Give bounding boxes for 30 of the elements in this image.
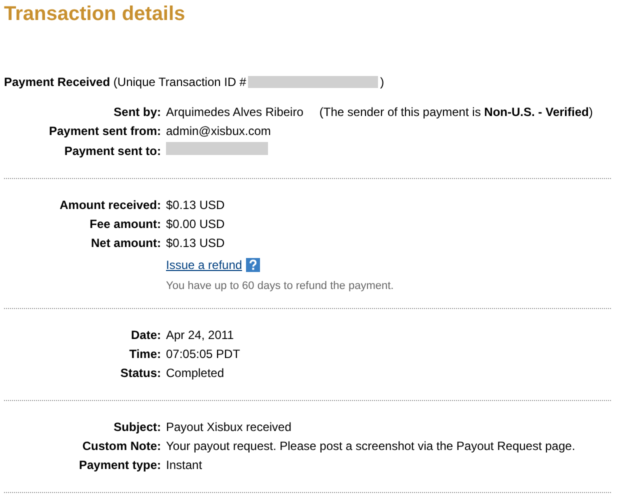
field-value: Payout Xisbux received bbox=[166, 419, 292, 436]
sender-status-note: (The sender of this payment is Non-U.S. - Verified) bbox=[319, 104, 593, 121]
closing-parenthesis: ) bbox=[380, 74, 384, 90]
field-label: Payment type: bbox=[78, 457, 161, 474]
field-label: Payment sent from: bbox=[48, 123, 161, 140]
payment-status-label: Payment Received bbox=[4, 74, 110, 90]
field-label: Time: bbox=[128, 346, 161, 363]
field-label: Sent by: bbox=[112, 104, 161, 121]
field-label: Status: bbox=[119, 365, 161, 382]
field-value: Apr 24, 2011 bbox=[166, 327, 234, 344]
field-value: Completed bbox=[166, 365, 224, 382]
field-value: Instant bbox=[166, 457, 202, 474]
page-title: Transaction details bbox=[3, 2, 186, 26]
field-value: 07:05:05 PDT bbox=[166, 346, 240, 363]
field-value: Your payout request. Please post a screenshot via the Payout Request page. bbox=[166, 438, 576, 455]
field-label: Payment sent to: bbox=[63, 142, 161, 160]
issue-refund-link[interactable]: Issue a refund bbox=[166, 258, 242, 272]
field-value: $0.13 USD bbox=[166, 197, 225, 214]
field-label: Date: bbox=[130, 327, 161, 344]
field-label: Amount received: bbox=[58, 197, 161, 214]
field-label: Custom Note: bbox=[81, 438, 161, 455]
refund-hint: You have up to 60 days to refund the payment. bbox=[166, 280, 395, 292]
field-label: Fee amount: bbox=[88, 216, 161, 233]
transaction-id-label: (Unique Transaction ID # bbox=[113, 74, 246, 90]
field-label: Net amount: bbox=[90, 235, 161, 252]
field-label: Subject: bbox=[112, 419, 161, 436]
field-value: Arquimedes Alves Ribeiro bbox=[166, 104, 304, 121]
field-value: $0.13 USD bbox=[166, 235, 225, 252]
field-value: $0.00 USD bbox=[166, 216, 225, 233]
field-value: admin@xisbux.com bbox=[166, 123, 271, 140]
